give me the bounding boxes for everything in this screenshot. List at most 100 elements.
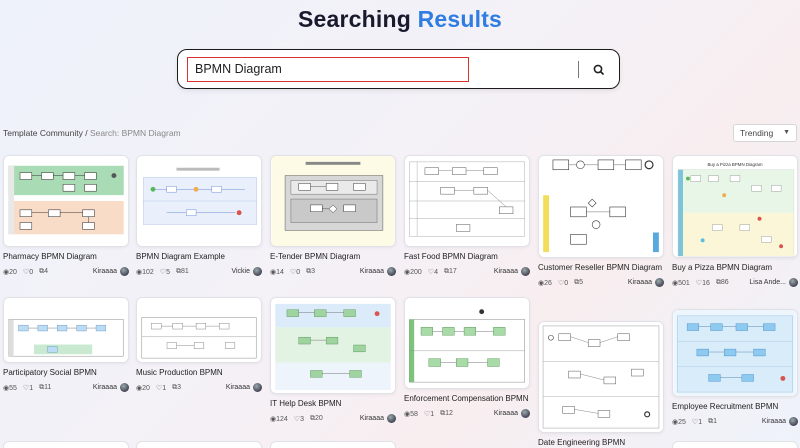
views-count: ◉102 — [136, 268, 154, 276]
avatar[interactable] — [253, 383, 262, 392]
author-name[interactable]: Lisa Ande... — [749, 279, 786, 286]
template-card-partial[interactable] — [136, 441, 262, 448]
views-count: ◉58 — [404, 410, 418, 418]
pizza-diagram-title: Buy a Pizza BPMN Diagram — [707, 162, 762, 167]
avatar[interactable] — [120, 267, 129, 276]
title-part-1: Searching — [297, 6, 411, 32]
template-card[interactable]: Pharmacy BPMN Diagram ◉20 ♡0 ⧉4 Kiraaaa — [3, 155, 129, 276]
card-title[interactable]: IT Help Desk BPMN — [270, 399, 396, 409]
card-stats: ◉124 ♡3 ⧉20 Kiraaaa — [270, 414, 396, 423]
likes-count: ♡1 — [22, 384, 34, 392]
template-card[interactable]: Fast Food BPMN Diagram ◉200 ♡4 ⧉17 Kiraa… — [404, 155, 530, 276]
template-card[interactable]: Enforcement Compensation BPMN ◉58 ♡1 ⧉12… — [404, 297, 530, 418]
card-thumbnail[interactable] — [136, 297, 262, 363]
template-card[interactable]: Buy a Pizza BPMN Diagram Buy a Pizza BPM… — [672, 155, 798, 287]
card-thumbnail[interactable] — [3, 297, 129, 363]
search-divider — [578, 61, 579, 78]
template-card[interactable]: IT Help Desk BPMN ◉124 ♡3 ⧉20 Kiraaaa — [270, 297, 396, 423]
author-name[interactable]: Kiraaaa — [226, 384, 250, 391]
author-name[interactable]: Kiraaaa — [360, 268, 384, 275]
card-title[interactable]: Fast Food BPMN Diagram — [404, 252, 530, 262]
author-name[interactable]: Kiraaaa — [93, 384, 117, 391]
avatar[interactable] — [521, 267, 530, 276]
avatar[interactable] — [789, 417, 798, 426]
template-card[interactable]: Music Production BPMN ◉20 ♡1 ⧉3 Kiraaaa — [136, 297, 262, 392]
template-card-partial[interactable] — [3, 441, 129, 448]
diagram-thumbnail — [539, 156, 663, 257]
author-name[interactable]: Kiraaaa — [628, 279, 652, 286]
card-thumbnail[interactable] — [270, 155, 396, 247]
card-stats: ◉20 ♡0 ⧉4 Kiraaaa — [3, 267, 129, 276]
card-title[interactable]: Enforcement Compensation BPMN — [404, 394, 530, 404]
author-name[interactable]: Kiraaaa — [360, 415, 384, 422]
card-title[interactable]: Pharmacy BPMN Diagram — [3, 252, 129, 262]
card-stats: ◉102 ♡5 ⧉81 Vickie — [136, 267, 262, 276]
card-title[interactable]: E-Tender BPMN Diagram — [270, 252, 396, 262]
copies-count: ⧉3 — [306, 267, 315, 275]
likes-count: ♡1 — [423, 410, 435, 418]
card-thumbnail[interactable] — [672, 309, 798, 397]
template-card[interactable]: BPMN Diagram Example ◉102 ♡5 ⧉81 Vickie — [136, 155, 262, 276]
sort-dropdown[interactable]: Trending ▼ — [733, 124, 797, 142]
template-card[interactable]: Employee Recruitment BPMN ◉25 ♡1 ⧉1 Kira… — [672, 309, 798, 426]
card-stats: ◉25 ♡1 ⧉1 Kiraaaa — [672, 417, 798, 426]
avatar[interactable] — [655, 278, 664, 287]
card-thumbnail[interactable] — [404, 297, 530, 389]
breadcrumb-current: Search: BPMN Diagram — [89, 128, 181, 138]
views-count: ◉200 — [404, 268, 422, 276]
author-name[interactable]: Kiraaaa — [494, 410, 518, 417]
template-card-partial[interactable] — [672, 441, 798, 448]
views-count: ◉55 — [3, 384, 17, 392]
breadcrumb-separator: / — [82, 128, 90, 138]
likes-count: ♡5 — [159, 268, 170, 276]
avatar[interactable] — [521, 409, 530, 418]
search-button[interactable] — [590, 61, 608, 79]
diagram-thumbnail — [137, 298, 261, 362]
copies-count: ⧉20 — [309, 414, 323, 422]
author-name[interactable]: Vickie — [231, 268, 250, 275]
card-stats: ◉200 ♡4 ⧉17 Kiraaaa — [404, 267, 530, 276]
avatar[interactable] — [789, 278, 798, 287]
card-title[interactable]: Buy a Pizza BPMN Diagram — [672, 263, 798, 273]
likes-count: ♡0 — [289, 268, 301, 276]
card-title[interactable]: BPMN Diagram Example — [136, 252, 262, 262]
likes-count: ♡0 — [557, 279, 569, 287]
template-card[interactable]: Participatory Social BPMN ◉55 ♡1 ⧉11 Kir… — [3, 297, 129, 392]
diagram-thumbnail — [673, 310, 797, 396]
template-card-partial[interactable] — [270, 441, 396, 448]
card-stats: ◉501 ♡16 ⧉86 Lisa Ande... — [672, 278, 798, 287]
diagram-thumbnail — [405, 298, 529, 388]
card-title[interactable]: Music Production BPMN — [136, 368, 262, 378]
author-name[interactable]: Kiraaaa — [494, 268, 518, 275]
views-count: ◉124 — [270, 415, 288, 423]
avatar[interactable] — [253, 267, 262, 276]
template-card[interactable]: Customer Reseller BPMN Diagram ◉26 ♡0 ⧉5… — [538, 155, 664, 287]
card-thumbnail[interactable] — [538, 155, 664, 258]
copies-count: ⧉86 — [715, 278, 729, 286]
card-thumbnail[interactable] — [136, 155, 262, 247]
template-card[interactable]: Date Engineering BPMN — [538, 321, 664, 448]
breadcrumb-root[interactable]: Template Community — [3, 128, 83, 138]
avatar[interactable] — [120, 383, 129, 392]
diagram-thumbnail — [405, 156, 529, 246]
card-title[interactable]: Participatory Social BPMN — [3, 368, 129, 378]
card-title[interactable]: Customer Reseller BPMN Diagram — [538, 263, 664, 273]
card-thumbnail[interactable] — [3, 155, 129, 247]
author-name[interactable]: Kiraaaa — [762, 418, 786, 425]
avatar[interactable] — [387, 414, 396, 423]
card-thumbnail[interactable]: Buy a Pizza BPMN Diagram — [672, 155, 798, 258]
search-input[interactable]: BPMN Diagram — [187, 57, 469, 82]
author-name[interactable]: Kiraaaa — [93, 268, 117, 275]
diagram-thumbnail — [4, 298, 128, 362]
views-count: ◉14 — [270, 268, 284, 276]
card-title[interactable]: Employee Recruitment BPMN — [672, 402, 798, 412]
card-thumbnail[interactable] — [270, 297, 396, 394]
template-card[interactable]: E-Tender BPMN Diagram ◉14 ♡0 ⧉3 Kiraaaa — [270, 155, 396, 276]
copies-count: ⧉17 — [443, 267, 457, 275]
card-title[interactable]: Date Engineering BPMN — [538, 438, 664, 448]
avatar[interactable] — [387, 267, 396, 276]
diagram-thumbnail — [4, 156, 128, 246]
card-thumbnail[interactable] — [404, 155, 530, 247]
card-stats: ◉58 ♡1 ⧉12 Kiraaaa — [404, 409, 530, 418]
card-thumbnail[interactable] — [538, 321, 664, 433]
